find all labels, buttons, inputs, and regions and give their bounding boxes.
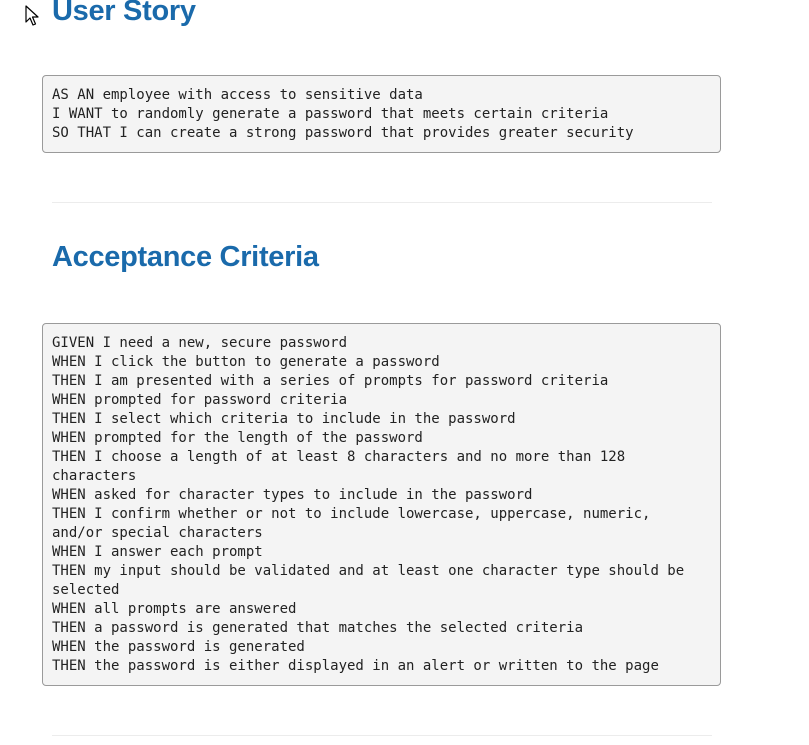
mouse-pointer-icon bbox=[25, 5, 39, 26]
user-story-code-block: AS AN employee with access to sensitive … bbox=[42, 75, 721, 153]
section-divider bbox=[52, 735, 712, 736]
section-divider bbox=[52, 202, 712, 203]
acceptance-criteria-heading: Acceptance Criteria bbox=[52, 241, 319, 273]
user-story-heading: User Story bbox=[52, 0, 196, 27]
acceptance-criteria-code-block: GIVEN I need a new, secure password WHEN… bbox=[42, 323, 721, 686]
